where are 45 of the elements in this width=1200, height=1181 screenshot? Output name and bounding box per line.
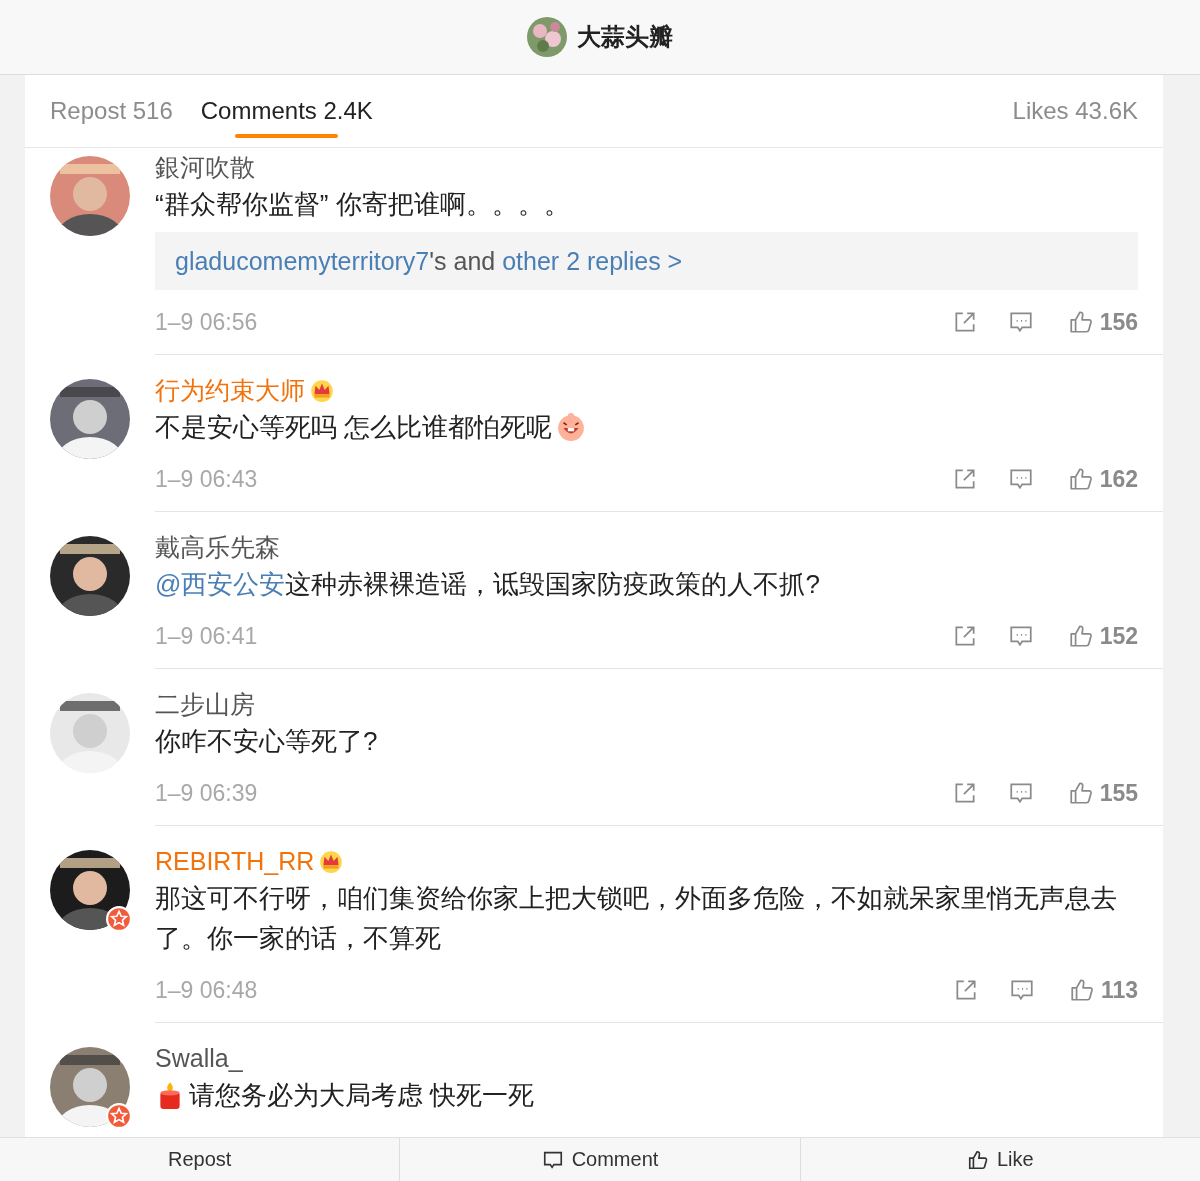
- comment-text: 那这可不行呀，咱们集资给你家上把大锁吧，外面多危险，不如就呆家里悄无声息去了。你一家的话，不算死: [155, 882, 1118, 955]
- thumbs-up-icon[interactable]: [1067, 309, 1094, 335]
- user-name[interactable]: 二步山房: [155, 687, 255, 721]
- like-count: 155: [1099, 779, 1138, 807]
- thumbs-up-icon: [966, 1148, 989, 1171]
- like-count: 162: [1099, 465, 1138, 493]
- tab[interactable]: Comments 2.4K: [200, 82, 373, 140]
- like-count: 113: [1100, 976, 1138, 1004]
- comment-text: 请您务必为大局考虑 快死一死: [189, 1079, 535, 1112]
- verified-badge-icon: [106, 1103, 132, 1129]
- mention-link[interactable]: @西安公安: [155, 569, 286, 599]
- comment-time: 1–9 06:39: [155, 779, 258, 807]
- action-button[interactable]: Comment: [399, 1138, 800, 1181]
- replies-box[interactable]: gladucomemyterritory7's and other 2 replies >: [155, 232, 1138, 290]
- thumbs-up-icon[interactable]: [1067, 466, 1094, 492]
- reply-user-link[interactable]: gladucomemyterritory7: [175, 246, 430, 276]
- comment-text: 你咋不安心等死了?: [155, 725, 378, 758]
- comment-icon[interactable]: [1007, 309, 1034, 335]
- comment-time: 1–9 06:48: [155, 976, 258, 1004]
- like-count: 152: [1099, 622, 1138, 650]
- reply-summary-text: 's and: [429, 246, 496, 276]
- thumbs-up-icon[interactable]: [1068, 977, 1095, 1003]
- comment-icon[interactable]: [1007, 466, 1034, 492]
- comment-time: 1–9 06:43: [155, 465, 258, 493]
- user-name[interactable]: Swalla_: [155, 1043, 243, 1073]
- comment-text: “群众帮你监督” 你寄把谁啊。。。。: [155, 188, 570, 221]
- comment-icon[interactable]: [1008, 977, 1035, 1003]
- comment-icon[interactable]: [1007, 780, 1034, 806]
- action-button[interactable]: Like: [799, 1138, 1200, 1181]
- comment-text: @西安公安这种赤裸裸造谣，诋毁国家防疫政策的人不抓?: [155, 568, 820, 601]
- crown-icon: [309, 377, 335, 403]
- user-name[interactable]: 戴高乐先森: [155, 530, 280, 564]
- profile-name: 大蒜头瓣: [577, 22, 673, 52]
- comment-text: 不是安心等死吗 怎么比谁都怕死呢: [155, 411, 553, 444]
- more-replies-link[interactable]: other 2 replies >: [502, 246, 683, 276]
- action-button[interactable]: Repost: [0, 1138, 400, 1181]
- comment-icon[interactable]: [1007, 623, 1034, 649]
- user-name[interactable]: 銀河吹散: [155, 150, 255, 184]
- thumbs-up-icon[interactable]: [1067, 623, 1094, 649]
- comment-time: 1–9 06:41: [155, 622, 258, 650]
- verified-badge-icon: [106, 906, 132, 932]
- crown-icon: [318, 848, 345, 874]
- comment-time: 1–9 06:56: [155, 308, 258, 336]
- like-count: 156: [1099, 308, 1138, 336]
- thumbs-up-icon[interactable]: [1067, 780, 1094, 806]
